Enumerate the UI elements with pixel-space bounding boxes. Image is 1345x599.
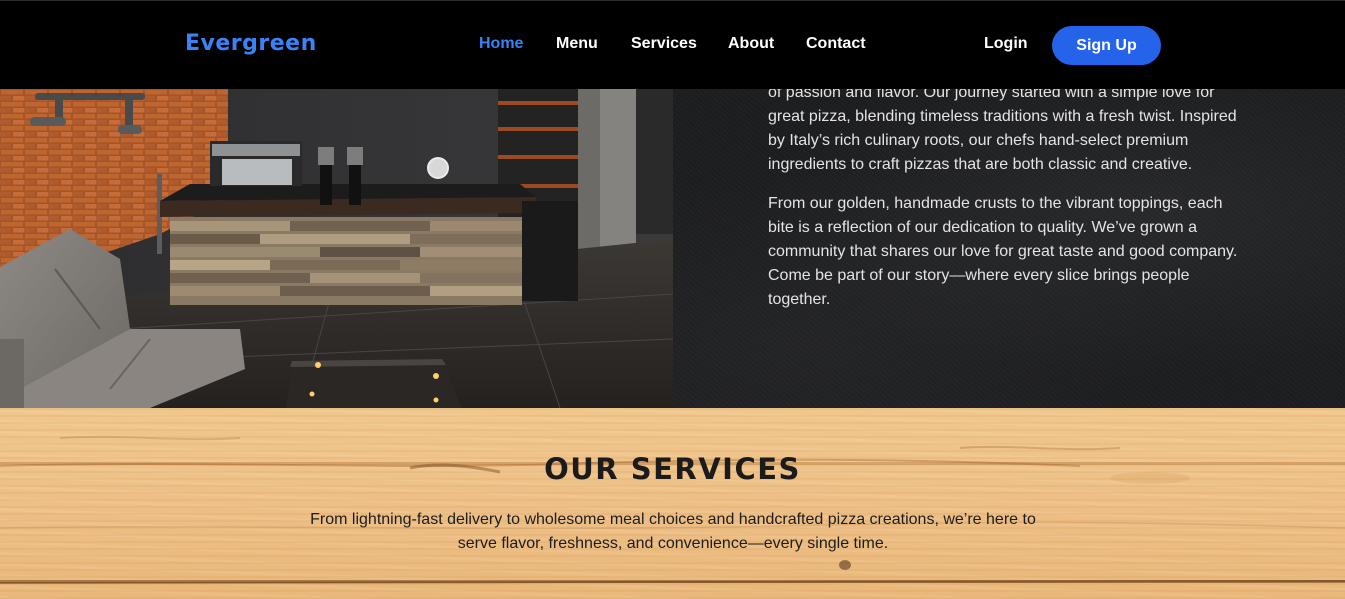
nav-link-about[interactable]: About bbox=[728, 35, 774, 53]
nav-link-menu[interactable]: Menu bbox=[556, 35, 598, 53]
services-title: OUR SERVICES bbox=[544, 452, 801, 486]
about-paragraph-1: of passion and flavor. Our journey start… bbox=[768, 89, 1237, 173]
nav-link-contact[interactable]: Contact bbox=[806, 35, 866, 53]
nav-link-services[interactable]: Services bbox=[631, 35, 697, 53]
signup-button[interactable]: Sign Up bbox=[1052, 26, 1161, 65]
about-cafe-photo bbox=[0, 89, 673, 408]
navbar: Evergreen Home Menu Services About Conta… bbox=[0, 0, 1345, 89]
about-paragraph-2: From our golden, handmade crusts to the … bbox=[768, 195, 1238, 308]
login-link[interactable]: Login bbox=[984, 35, 1028, 53]
wood-grain-texture bbox=[0, 435, 1345, 584]
site-logo[interactable]: Evergreen bbox=[185, 31, 317, 56]
about-text-panel: of passion and flavor. Our journey start… bbox=[673, 89, 1345, 408]
nav-link-home[interactable]: Home bbox=[479, 35, 523, 53]
services-description: From lightning-fast delivery to wholesom… bbox=[310, 511, 1036, 552]
services-section: OUR SERVICES From lightning-fast deliver… bbox=[0, 408, 1345, 599]
